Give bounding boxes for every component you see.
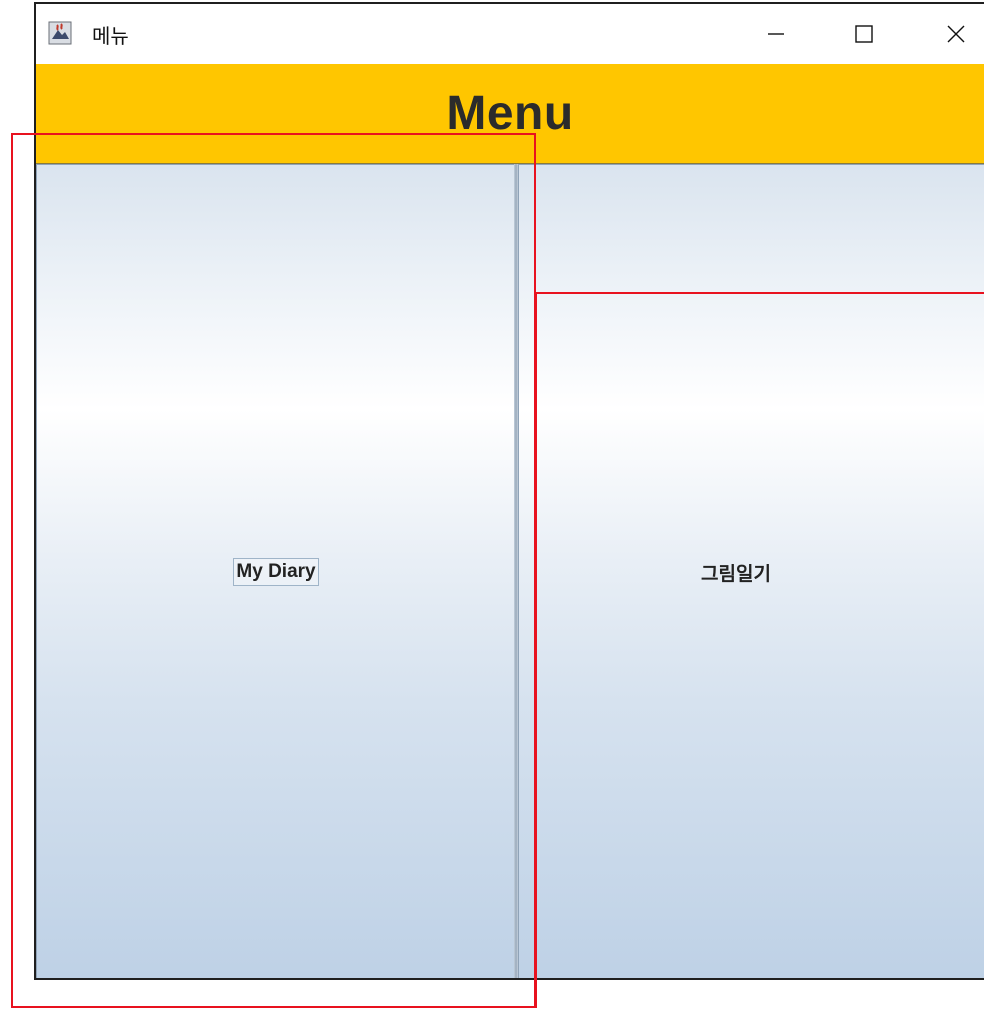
minimize-button[interactable] bbox=[754, 4, 798, 64]
annotation-line-right-top bbox=[535, 292, 984, 294]
close-button[interactable] bbox=[934, 4, 978, 64]
annotation-line-right-left bbox=[535, 292, 537, 1008]
minimize-icon bbox=[768, 33, 784, 35]
picture-diary-button[interactable]: 그림일기 bbox=[518, 164, 984, 978]
maximize-icon bbox=[855, 25, 873, 43]
close-icon bbox=[947, 25, 965, 43]
app-window: 메뉴 Menu My Diary 그림일기 bbox=[34, 2, 984, 980]
title-bar[interactable]: 메뉴 bbox=[36, 4, 984, 64]
java-app-icon bbox=[48, 21, 72, 45]
header-title: Menu bbox=[446, 87, 574, 140]
my-diary-label: My Diary bbox=[233, 558, 319, 586]
my-diary-button[interactable]: My Diary bbox=[36, 164, 516, 978]
window-title: 메뉴 bbox=[92, 24, 129, 48]
menu-header: Menu bbox=[36, 64, 984, 164]
picture-diary-label: 그림일기 bbox=[701, 562, 771, 585]
maximize-button[interactable] bbox=[842, 4, 886, 64]
